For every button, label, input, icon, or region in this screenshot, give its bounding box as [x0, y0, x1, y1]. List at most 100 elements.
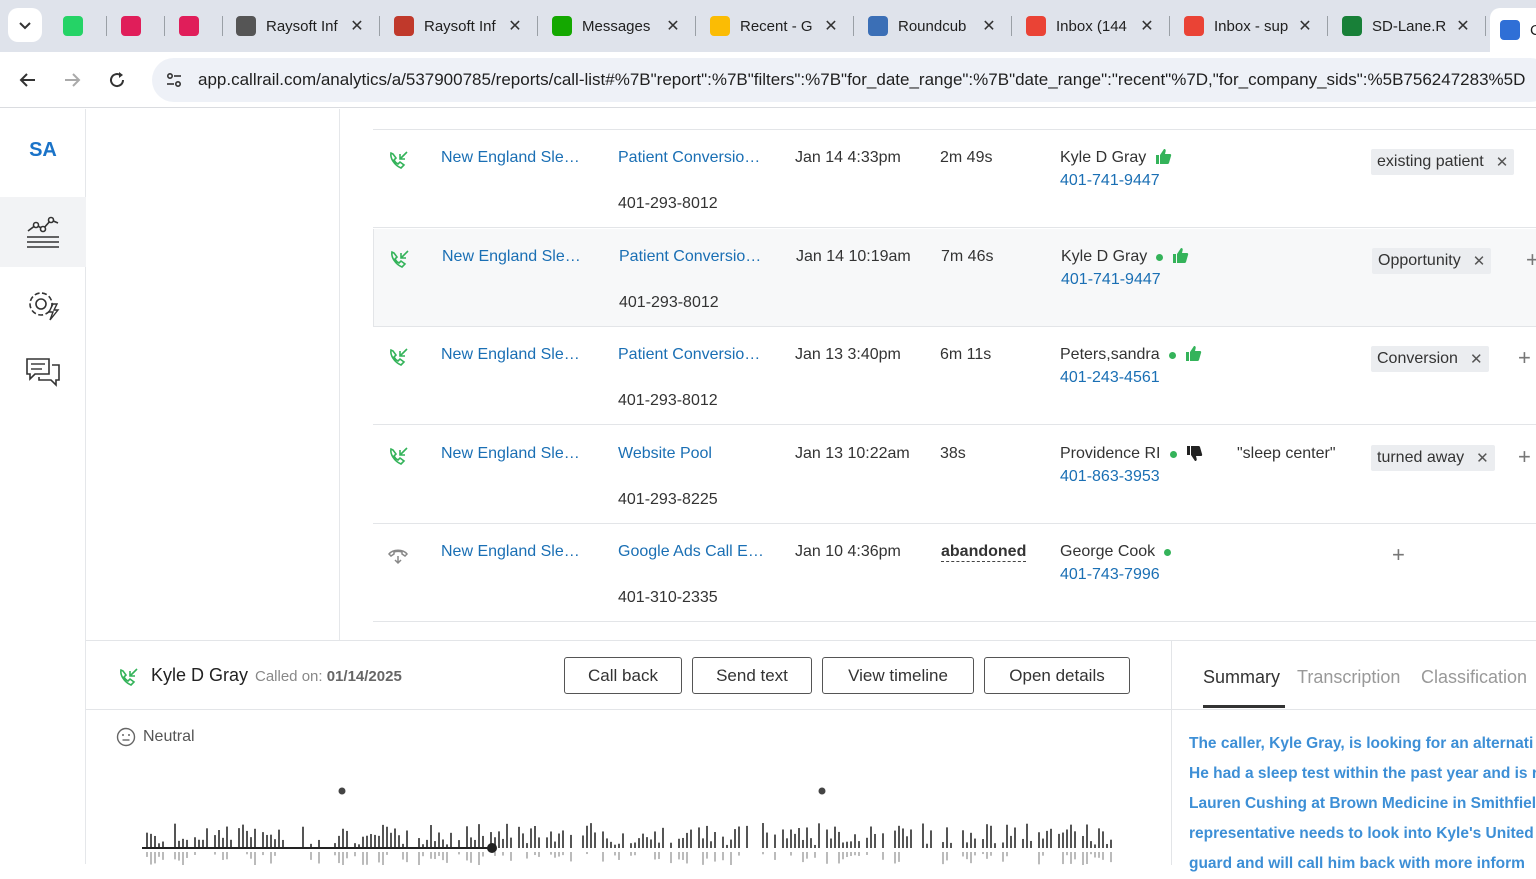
thumbs-up-icon[interactable]	[1172, 247, 1189, 264]
sidebar-item-analytics[interactable]	[0, 197, 86, 267]
browser-tab[interactable]: Inbox - sup ✕	[1174, 8, 1324, 44]
table-row[interactable]: New England Sle… Website Pool 401-293-8225…	[373, 426, 1536, 524]
call-datetime: Jan 10 4:36pm	[795, 543, 901, 560]
company-link[interactable]: New England Sle…	[441, 346, 580, 364]
close-tab-icon[interactable]: ✕	[1296, 17, 1314, 35]
close-tab-icon[interactable]: ✕	[1454, 17, 1472, 35]
source-link[interactable]: Google Ads Call E…	[618, 543, 764, 561]
caller-phone-link[interactable]: 401-741-9447	[1061, 271, 1161, 289]
thumbs-up-icon[interactable]	[1155, 148, 1172, 165]
caller-name: Providence RI	[1060, 445, 1161, 462]
caller-phone-link[interactable]: 401-243-4561	[1060, 369, 1160, 387]
waveform-bar	[222, 852, 224, 860]
call-back-button[interactable]: Call back	[564, 657, 682, 694]
tab-search-button[interactable]	[8, 8, 42, 42]
status-dot	[1156, 253, 1164, 261]
waveform-bar	[1086, 852, 1088, 864]
browser-tab[interactable]: Inbox (144 ✕	[1016, 8, 1166, 44]
account-badge[interactable]: SA	[0, 139, 86, 162]
forward-button[interactable]	[56, 64, 88, 96]
close-tab-icon[interactable]: ✕	[980, 17, 998, 35]
waveform-bar	[226, 826, 228, 848]
browser-tab[interactable]: Roundcub ✕	[858, 8, 1008, 44]
browser-tab-label: C	[1530, 21, 1536, 39]
remove-tag-icon[interactable]: ✕	[1496, 153, 1509, 171]
waveform-bar	[834, 826, 836, 848]
browser-tab[interactable]: SD-Lane.R ✕	[1332, 8, 1482, 44]
playhead-handle[interactable]	[487, 843, 497, 853]
company-link[interactable]: New England Sle…	[441, 149, 580, 167]
waveform-marker[interactable]	[338, 787, 346, 795]
waveform-bar	[678, 852, 680, 860]
add-tag-icon[interactable]: +	[1518, 446, 1531, 468]
browser-tab[interactable]	[111, 8, 161, 44]
waveform-marker[interactable]	[818, 787, 826, 795]
sidebar-item-conversations[interactable]	[0, 337, 86, 407]
source-link[interactable]: Patient Conversio…	[619, 248, 761, 266]
add-tag-icon[interactable]: +	[1526, 249, 1536, 271]
close-tab-icon[interactable]: ✕	[822, 17, 840, 35]
browser-tab[interactable]	[53, 8, 103, 44]
waveform-bar	[1102, 831, 1104, 848]
sidebar-item-automation[interactable]	[0, 269, 86, 339]
browser-tab[interactable]	[169, 8, 219, 44]
back-button[interactable]	[12, 64, 44, 96]
table-row[interactable]: New England Sle… Patient Conversio… 401-29…	[373, 229, 1536, 327]
table-row[interactable]: New England Sle… Patient Conversio… 401-29…	[373, 130, 1536, 228]
caller-phone-link[interactable]: 401-743-7996	[1060, 566, 1160, 584]
add-tag-icon[interactable]: +	[1518, 347, 1531, 369]
source-link[interactable]: Patient Conversio…	[618, 346, 760, 364]
source-link[interactable]: Patient Conversio…	[618, 149, 760, 167]
waveform-bar	[790, 829, 792, 848]
waveform-bar	[150, 833, 152, 848]
address-bar[interactable]: app.callrail.com/analytics/a/537900785/r…	[152, 58, 1536, 102]
slack-icon	[121, 16, 141, 36]
waveform-bar	[478, 824, 480, 848]
table-row[interactable]: New England Sle… Patient Conversio… 401-29…	[373, 327, 1536, 425]
remove-tag-icon[interactable]: ✕	[1470, 350, 1483, 368]
browser-tab[interactable]: C	[1490, 8, 1536, 52]
remove-tag-icon[interactable]: ✕	[1476, 449, 1489, 467]
roundcube-icon	[868, 16, 888, 36]
waveform-bar	[850, 841, 852, 848]
waveform-bar	[274, 839, 276, 848]
waveform-bar	[374, 834, 376, 848]
caller-phone-link[interactable]: 401-741-9447	[1060, 172, 1160, 190]
company-link[interactable]: New England Sle…	[441, 445, 580, 463]
browser-tab[interactable]: Messages ✕	[542, 8, 692, 44]
browser-tab[interactable]: Recent - G ✕	[700, 8, 850, 44]
waveform-bar	[898, 825, 900, 848]
browser-tab[interactable]: Raysoft Inf ✕	[384, 8, 534, 44]
caller-phone-link[interactable]: 401-863-3953	[1060, 468, 1160, 486]
tab-classification[interactable]: Classification	[1421, 667, 1527, 688]
browser-tab[interactable]: Raysoft Inf ✕	[226, 8, 376, 44]
waveform-bar	[266, 834, 268, 848]
tab-transcription[interactable]: Transcription	[1297, 667, 1400, 688]
close-tab-icon[interactable]: ✕	[1138, 17, 1156, 35]
send-text-button[interactable]: Send text	[692, 657, 812, 694]
google-drive-icon	[710, 16, 730, 36]
waveform-bar	[610, 841, 612, 848]
tab-summary[interactable]: Summary	[1203, 667, 1280, 688]
remove-tag-icon[interactable]: ✕	[1473, 252, 1486, 270]
close-tab-icon[interactable]: ✕	[664, 17, 682, 35]
reload-button[interactable]	[101, 64, 133, 96]
waveform-bar	[310, 852, 312, 860]
company-link[interactable]: New England Sle…	[441, 543, 580, 561]
source-link[interactable]: Website Pool	[618, 445, 712, 463]
company-link[interactable]: New England Sle…	[442, 248, 581, 266]
waveform-bar	[550, 831, 552, 848]
open-details-button[interactable]: Open details	[984, 657, 1130, 694]
add-tag-icon[interactable]: +	[1392, 544, 1405, 566]
site-info-icon[interactable]	[156, 62, 192, 98]
waveform-bar	[274, 852, 276, 856]
table-row[interactable]: New England Sle… Google Ads Call E… 401-31…	[373, 524, 1536, 622]
view-timeline-button[interactable]: View timeline	[822, 657, 974, 694]
waveform-bar	[146, 852, 148, 857]
thumbs-up-icon[interactable]	[1185, 345, 1202, 362]
thumbs-down-icon[interactable]	[1186, 445, 1203, 462]
close-tab-icon[interactable]: ✕	[506, 17, 524, 35]
close-tab-icon[interactable]: ✕	[348, 17, 366, 35]
waveform-bar	[1094, 844, 1096, 848]
audio-waveform[interactable]	[142, 778, 1122, 865]
